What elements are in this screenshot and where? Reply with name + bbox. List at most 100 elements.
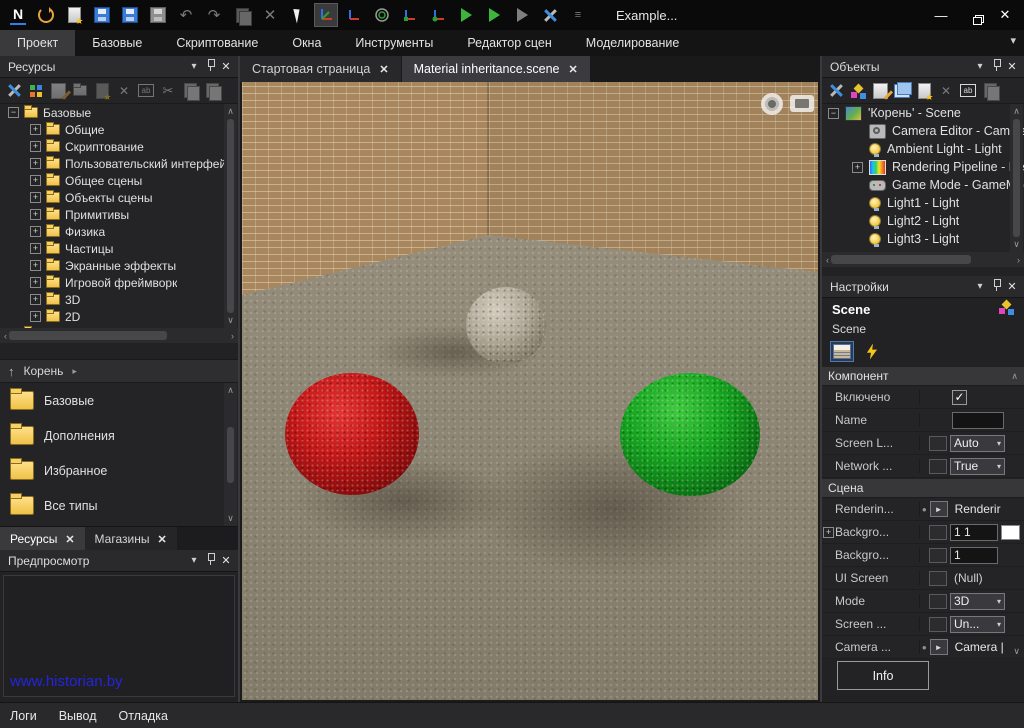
- delete-icon[interactable]: ✕: [938, 83, 954, 99]
- tree-item[interactable]: + Игровой фреймворк: [0, 274, 238, 291]
- color-swatch[interactable]: [1001, 525, 1020, 540]
- objects-horizontal-scrollbar[interactable]: ‹›: [822, 252, 1024, 267]
- copy-icon[interactable]: [182, 83, 198, 99]
- panel-tab[interactable]: Магазины ✕: [85, 527, 177, 551]
- tree-item[interactable]: Light1 - Light: [822, 194, 1024, 212]
- play-icon[interactable]: [454, 3, 478, 27]
- new-object-icon[interactable]: [916, 83, 932, 99]
- close-icon[interactable]: ✕: [65, 533, 74, 546]
- expander-icon[interactable]: +: [30, 260, 41, 271]
- menu-item[interactable]: Окна: [275, 30, 338, 56]
- close-icon[interactable]: ✕: [218, 554, 234, 567]
- tree-item[interactable]: + Общие: [0, 121, 238, 138]
- dropdown[interactable]: 3D▾: [950, 593, 1005, 610]
- tree-item[interactable]: + Rendering Pipeline - Ren: [822, 158, 1024, 176]
- rename-icon[interactable]: ab: [138, 83, 154, 99]
- windows-icon[interactable]: [894, 83, 910, 99]
- tools-icon[interactable]: [6, 83, 22, 99]
- property-row[interactable]: Name: [822, 409, 1024, 432]
- tree-item[interactable]: + Пользовательский интерфейс: [0, 155, 238, 172]
- save-all-icon[interactable]: [146, 3, 170, 27]
- camera-preview-icon[interactable]: [790, 95, 814, 112]
- default-box[interactable]: [929, 525, 947, 540]
- tree-item[interactable]: Camera Editor - Camera: [822, 122, 1024, 140]
- menu-item[interactable]: Инструменты: [338, 30, 450, 56]
- save-icon[interactable]: [90, 3, 114, 27]
- expander-icon[interactable]: +: [30, 226, 41, 237]
- default-box[interactable]: [929, 571, 947, 586]
- save-as-icon[interactable]: [118, 3, 142, 27]
- close-icon[interactable]: ✕: [218, 60, 234, 73]
- rotate-tool-icon[interactable]: [370, 3, 394, 27]
- expander-icon[interactable]: +: [30, 209, 41, 220]
- menu-item[interactable]: Моделирование: [569, 30, 697, 56]
- scale-tool-icon[interactable]: [398, 3, 422, 27]
- default-box[interactable]: [929, 436, 947, 451]
- delete-icon[interactable]: ✕: [258, 3, 282, 27]
- tree-item[interactable]: + Общее сцены: [0, 172, 238, 189]
- sphere-red[interactable]: [285, 373, 419, 495]
- tree-item[interactable]: + Частицы: [0, 240, 238, 257]
- paste-icon[interactable]: [204, 83, 220, 99]
- section-header[interactable]: Сцена: [822, 478, 1024, 498]
- close-icon[interactable]: ✕: [157, 533, 166, 546]
- render-settings-gear-icon[interactable]: [761, 93, 783, 115]
- value-input[interactable]: [952, 412, 1004, 429]
- pin-icon[interactable]: [988, 59, 1004, 74]
- property-row[interactable]: Backgro...: [822, 544, 1024, 567]
- panel-menu-icon[interactable]: ▾: [186, 555, 202, 566]
- property-row[interactable]: Camera ... •►Camera |: [822, 636, 1024, 659]
- list-item[interactable]: Избранное: [0, 453, 238, 488]
- expander-icon[interactable]: +: [30, 277, 41, 288]
- value-input[interactable]: [950, 547, 998, 564]
- tree-item[interactable]: + 2D: [0, 308, 238, 325]
- close-icon[interactable]: ✕: [1004, 280, 1020, 293]
- statusbar-item[interactable]: Отладка: [119, 709, 168, 723]
- panel-tab[interactable]: Ресурсы ✕: [0, 527, 85, 551]
- duplicate-icon[interactable]: [982, 83, 998, 99]
- up-arrow-icon[interactable]: ↑: [8, 364, 15, 379]
- property-row[interactable]: Screen ... Un...▾: [822, 613, 1024, 636]
- breadcrumb[interactable]: ↑ Корень ▸: [0, 359, 238, 383]
- info-button[interactable]: Info: [837, 661, 929, 690]
- play-disabled-icon[interactable]: [510, 3, 534, 27]
- tree-item[interactable]: Ambient Light - Light: [822, 140, 1024, 158]
- new-folder-icon[interactable]: [72, 83, 88, 99]
- panel-menu-icon[interactable]: ▾: [972, 61, 988, 72]
- neoaxis-logo-icon[interactable]: N: [6, 3, 30, 27]
- edit-icon[interactable]: [872, 83, 888, 99]
- panel-menu-icon[interactable]: ▾: [972, 281, 988, 292]
- list-item[interactable]: Базовые: [0, 383, 238, 418]
- menu-item[interactable]: Базовые: [75, 30, 159, 56]
- expander-icon[interactable]: +: [30, 311, 41, 322]
- property-row[interactable]: Mode 3D▾: [822, 590, 1024, 613]
- scroll-down-icon[interactable]: ∨: [1013, 646, 1020, 657]
- cut-icon[interactable]: ✂: [160, 83, 176, 99]
- pin-icon[interactable]: [202, 553, 218, 568]
- tree-item[interactable]: + Примитивы: [0, 206, 238, 223]
- pin-icon[interactable]: [202, 59, 218, 74]
- document-tab[interactable]: Стартовая страница ✕: [240, 56, 401, 82]
- tree-item[interactable]: + 3D: [0, 291, 238, 308]
- folder-list-scrollbar[interactable]: ∧∨: [224, 383, 237, 526]
- new-resource-icon[interactable]: [62, 3, 86, 27]
- expander-icon[interactable]: +: [823, 527, 834, 538]
- tree-horizontal-scrollbar[interactable]: ‹›: [0, 328, 238, 343]
- menu-item[interactable]: Скриптование: [159, 30, 275, 56]
- move-snap-tool-icon[interactable]: [342, 3, 366, 27]
- close-button[interactable]: ✕: [996, 7, 1014, 23]
- expander-icon[interactable]: −: [828, 108, 839, 119]
- categories-icon[interactable]: [28, 83, 44, 99]
- transform-icon[interactable]: [850, 83, 866, 99]
- properties-mode-button[interactable]: [830, 341, 854, 362]
- delete-icon[interactable]: ✕: [116, 83, 132, 99]
- tree-item[interactable]: + Объекты сцены: [0, 189, 238, 206]
- duplicate-icon[interactable]: [230, 3, 254, 27]
- list-item[interactable]: Все типы: [0, 488, 238, 523]
- move-tool-icon[interactable]: [314, 3, 338, 27]
- tree-item[interactable]: − Базовые: [0, 104, 238, 121]
- expander-icon[interactable]: +: [30, 294, 41, 305]
- checkbox[interactable]: ✓: [952, 390, 967, 405]
- property-row[interactable]: Network ... True▾: [822, 455, 1024, 478]
- tree-item[interactable]: Light2 - Light: [822, 212, 1024, 230]
